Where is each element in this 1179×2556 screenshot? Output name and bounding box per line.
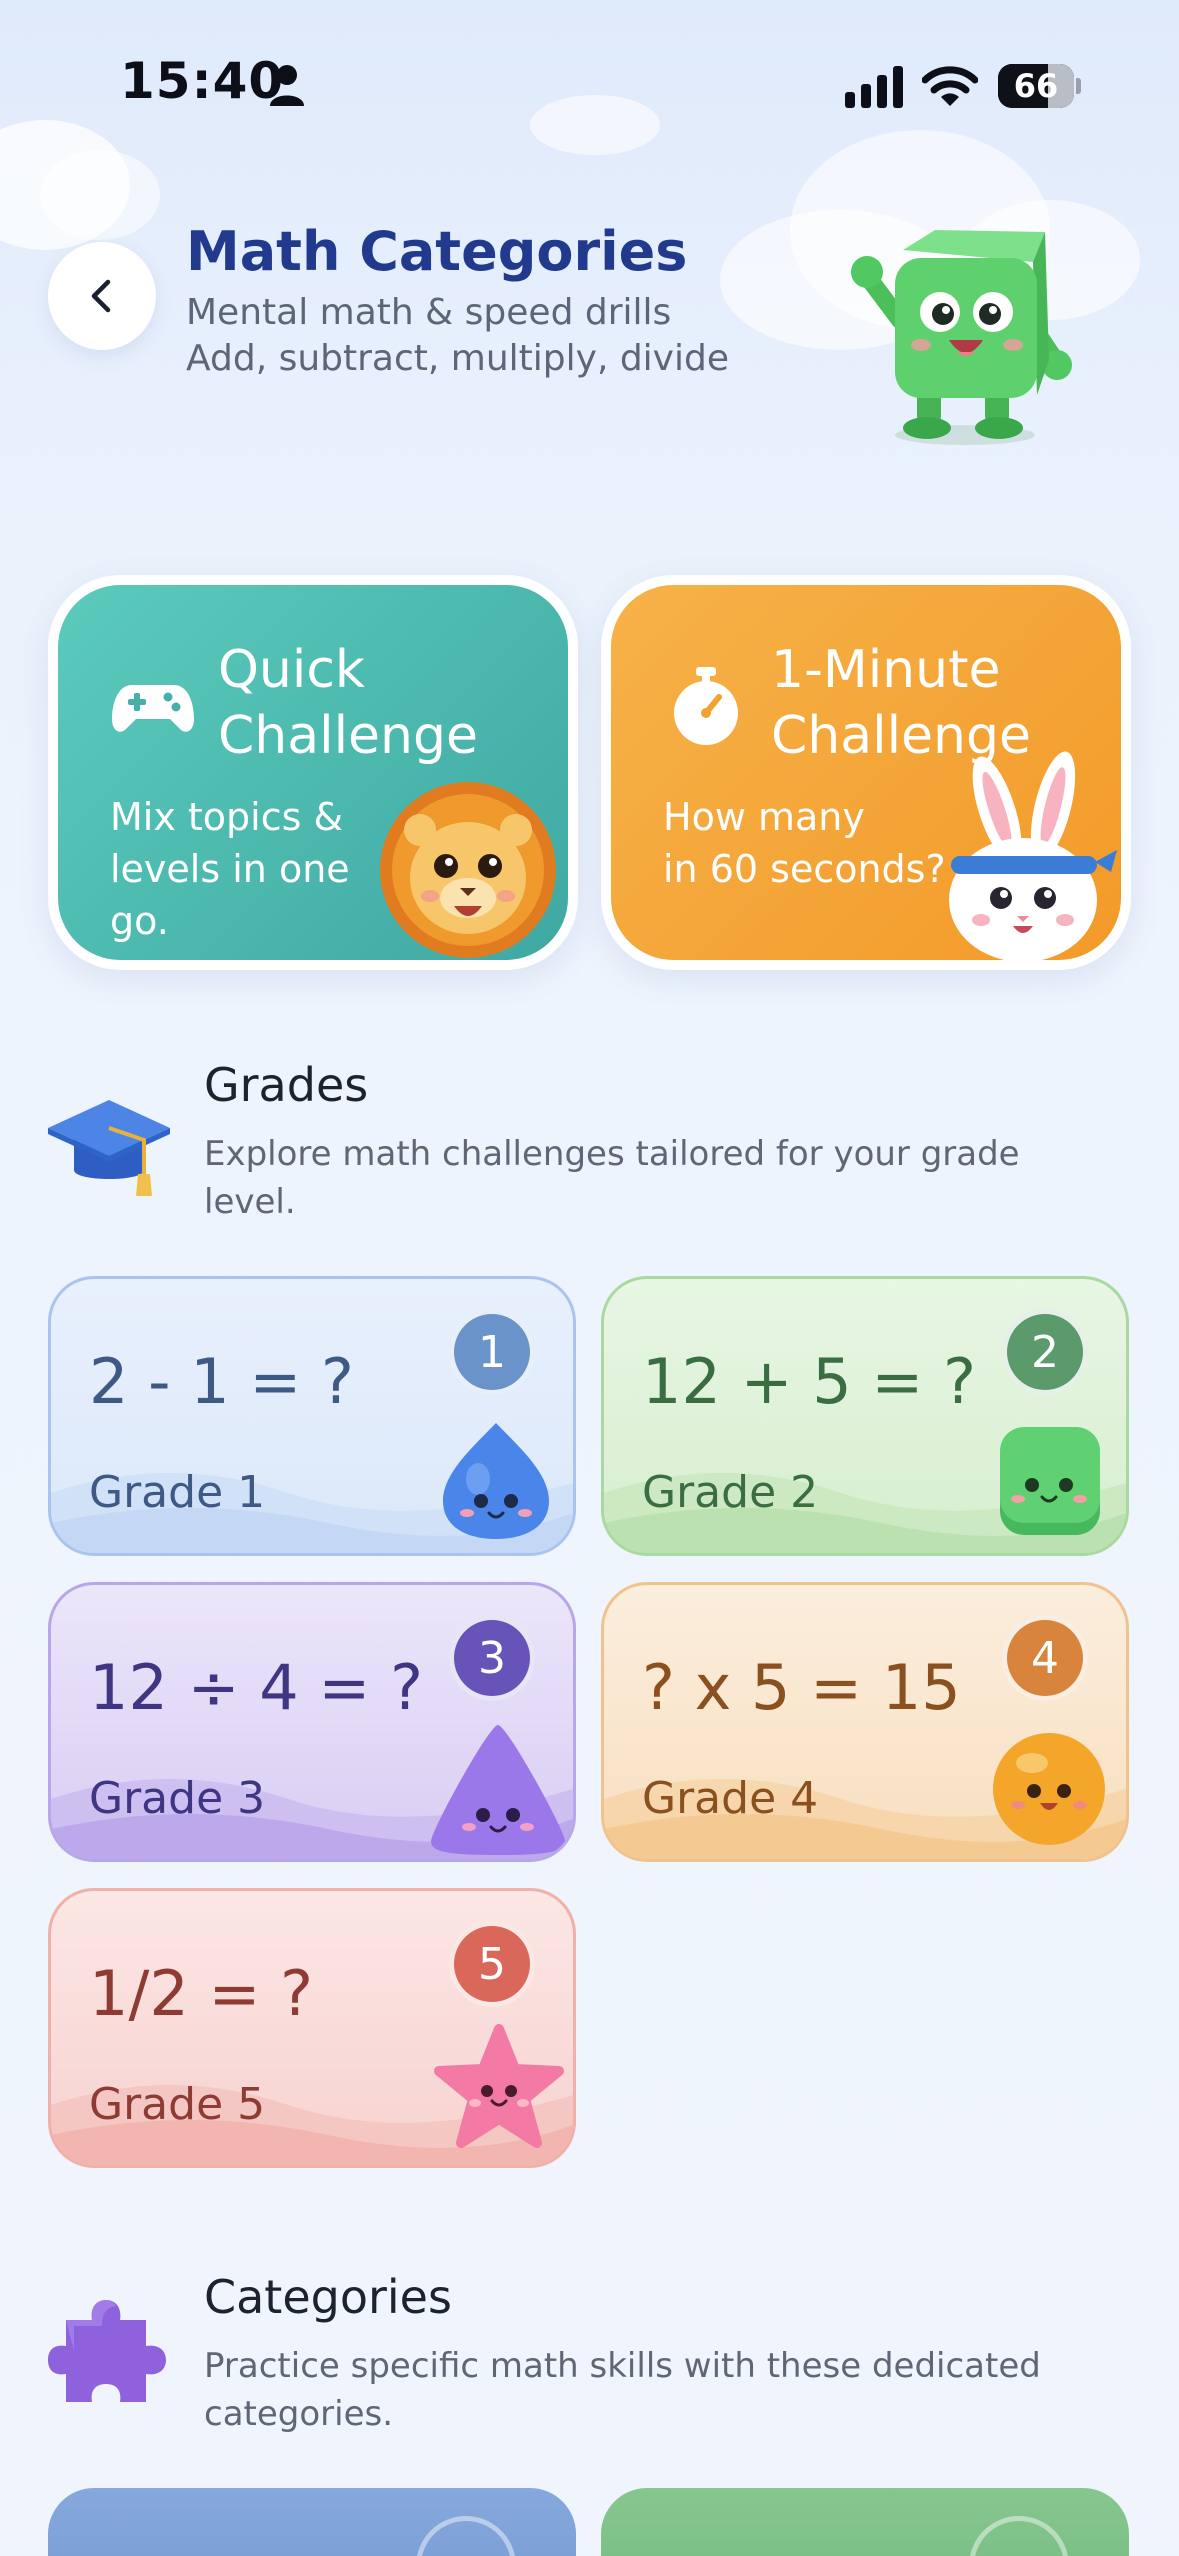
bunny-mascot-icon	[949, 751, 1117, 960]
subtitle-line-1: Mental math & speed drills	[186, 292, 672, 333]
category-card-2[interactable]	[601, 2488, 1129, 2556]
stopwatch-icon	[674, 667, 738, 745]
chevron-left-icon	[91, 279, 111, 313]
grade-4-badge: 4	[1002, 1615, 1088, 1701]
grades-section-title: Grades	[204, 1058, 369, 1112]
grade-3-label: Grade 3	[89, 1773, 266, 1824]
battery-icon: 66	[998, 64, 1074, 108]
wifi-icon	[922, 66, 978, 106]
grade-5-badge: 5	[449, 1921, 535, 2007]
grade-5-label: Grade 5	[89, 2079, 266, 2130]
grade-5-equation: 1/2 = ?	[89, 1957, 314, 2030]
orange-ball-mascot-icon	[993, 1733, 1105, 1845]
grade-2-badge: 2	[1002, 1309, 1088, 1395]
grade-1-badge: 1	[449, 1309, 535, 1395]
status-time: 15:40	[120, 52, 285, 110]
blue-droplet-mascot-icon	[443, 1423, 549, 1539]
one-minute-challenge-title-line-1: 1-Minute	[771, 640, 1001, 700]
grade-3-card[interactable]: 12 ÷ 4 = ? Grade 3 3	[48, 1582, 576, 1862]
graduation-cap-icon	[48, 1100, 170, 1196]
lion-mascot-icon	[380, 782, 556, 958]
category-card-icon	[969, 2516, 1069, 2556]
quick-challenge-card[interactable]: Quick Challenge Mix topics & levels in o…	[48, 575, 578, 970]
pink-star-mascot-icon	[434, 2024, 564, 2148]
page-subtitle: Mental math & speed drills Add, subtract…	[186, 290, 729, 382]
category-card-1[interactable]	[48, 2488, 576, 2556]
subtitle-line-2: Add, subtract, multiply, divide	[186, 338, 729, 379]
battery-level: 66	[1013, 67, 1059, 105]
quick-challenge-title-line-1: Quick	[218, 640, 366, 700]
category-card-icon	[416, 2516, 516, 2556]
grade-2-card[interactable]: 12 + 5 = ? Grade 2 2	[601, 1276, 1129, 1556]
grade-3-equation: 12 ÷ 4 = ?	[89, 1651, 423, 1724]
page-title: Math Categories	[186, 220, 688, 283]
puzzle-piece-icon	[48, 2300, 166, 2402]
grade-1-card[interactable]: 2 - 1 = ? Grade 1 1	[48, 1276, 576, 1556]
gamepad-icon	[112, 685, 194, 732]
green-cube-mascot-icon	[851, 230, 1072, 445]
grade-3-badge: 3	[449, 1615, 535, 1701]
grades-section-description: Explore math challenges tailored for you…	[204, 1134, 1020, 1222]
categories-section-description: Practice specific math skills with these…	[204, 2346, 1041, 2434]
grade-1-label: Grade 1	[89, 1467, 266, 1518]
green-cube-mascot-icon	[1000, 1427, 1100, 1535]
purple-triangle-mascot-icon	[431, 1725, 565, 1855]
grade-5-card[interactable]: 1/2 = ? Grade 5 5	[48, 1888, 576, 2168]
grade-2-label: Grade 2	[642, 1467, 819, 1518]
grade-4-card[interactable]: ? x 5 = 15 Grade 4 4	[601, 1582, 1129, 1862]
categories-section-title: Categories	[204, 2270, 452, 2324]
cellular-signal-icon	[845, 66, 903, 108]
grade-4-label: Grade 4	[642, 1773, 819, 1824]
person-icon	[270, 65, 304, 106]
one-minute-challenge-inner: 1-Minute Challenge How many in 60 second…	[611, 585, 1121, 960]
battery-nub	[1076, 78, 1081, 94]
back-button[interactable]	[48, 242, 156, 350]
quick-challenge-inner: Quick Challenge Mix topics & levels in o…	[58, 585, 568, 960]
grade-2-equation: 12 + 5 = ?	[642, 1345, 976, 1418]
one-minute-challenge-card[interactable]: 1-Minute Challenge How many in 60 second…	[601, 575, 1131, 970]
grade-4-equation: ? x 5 = 15	[642, 1651, 961, 1724]
grade-1-equation: 2 - 1 = ?	[89, 1345, 354, 1418]
